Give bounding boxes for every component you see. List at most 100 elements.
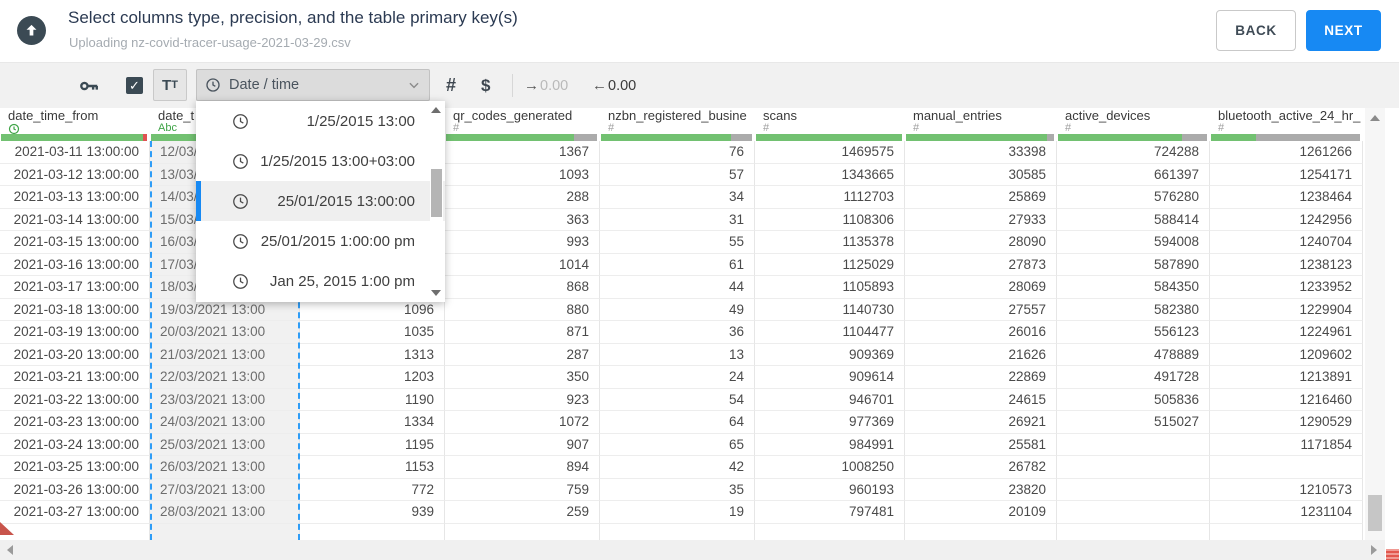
table-cell: 1209602 xyxy=(1210,343,1363,366)
table-cell xyxy=(905,523,1057,540)
quality-bar xyxy=(1058,134,1207,141)
scroll-up-icon[interactable] xyxy=(1370,115,1380,121)
column-type-select[interactable]: Date / time xyxy=(196,69,430,101)
table-cell: 20109 xyxy=(905,501,1057,524)
table-cell xyxy=(0,523,150,540)
table-cell: 44 xyxy=(600,276,755,299)
table-cell: 64 xyxy=(600,411,755,434)
primary-key-icon[interactable] xyxy=(78,75,100,102)
include-column-checkbox[interactable]: ✓ xyxy=(126,77,143,94)
table-cell: 946701 xyxy=(755,388,905,411)
table-cell: 21626 xyxy=(905,343,1057,366)
table-cell: 2021-03-27 13:00:00 xyxy=(0,501,150,524)
table-cell: 1254171 xyxy=(1210,163,1363,186)
table-cell xyxy=(1057,478,1210,501)
table-cell: 34 xyxy=(600,186,755,209)
table-cell: 49 xyxy=(600,298,755,321)
table-cell: 1216460 xyxy=(1210,388,1363,411)
table-cell: 24/03/2021 13:00 xyxy=(150,411,300,434)
decimal-decrease-button[interactable]: ← 0.00 xyxy=(592,63,636,108)
decimal-increase-button[interactable]: → 0.00 xyxy=(524,63,568,108)
table-cell: 1140730 xyxy=(755,298,905,321)
table-row: 2021-03-21 13:00:00 22/03/2021 13:00 1203 3… xyxy=(0,366,1363,389)
table-cell: 2021-03-22 13:00:00 xyxy=(0,388,150,411)
table-cell: 894 xyxy=(445,456,600,479)
back-button[interactable]: BACK xyxy=(1216,10,1296,51)
format-option[interactable]: 25/01/2015 1:00:00 pm xyxy=(196,221,445,261)
table-cell: 23820 xyxy=(905,478,1057,501)
format-option[interactable]: Jan 25, 2015 1:00 pm xyxy=(196,261,445,301)
column-header[interactable]: manual_entries # xyxy=(905,107,1057,141)
column-header[interactable]: nzbn_registered_busine # xyxy=(600,107,755,141)
table-row: 2021-03-24 13:00:00 25/03/2021 13:00 1195 9… xyxy=(0,433,1363,456)
table-cell: 505836 xyxy=(1057,388,1210,411)
format-option[interactable]: 1/25/2015 13:00+03:00 xyxy=(196,141,445,181)
table-cell: 1229904 xyxy=(1210,298,1363,321)
table-cell xyxy=(1210,523,1363,540)
table-cell: 939 xyxy=(300,501,445,524)
clock-icon xyxy=(232,273,249,290)
table-cell: 24615 xyxy=(905,388,1057,411)
currency-type-icon[interactable]: $ xyxy=(481,63,490,108)
page-subtitle: Uploading nz-covid-tracer-usage-2021-03-… xyxy=(69,35,351,50)
table-cell: 1008250 xyxy=(755,456,905,479)
table-vertical-scrollbar[interactable] xyxy=(1365,107,1385,540)
table-cell: 25/03/2021 13:00 xyxy=(150,433,300,456)
table-cell xyxy=(300,523,445,540)
table-cell: 26782 xyxy=(905,456,1057,479)
table-cell: 25869 xyxy=(905,186,1057,209)
table-cell: 909369 xyxy=(755,343,905,366)
table-cell: 28069 xyxy=(905,276,1057,299)
table-cell: 26016 xyxy=(905,321,1057,344)
table-cell: 868 xyxy=(445,276,600,299)
table-row: 2021-03-19 13:00:00 20/03/2021 13:00 1035 8… xyxy=(0,321,1363,344)
vertical-scroll-thumb[interactable] xyxy=(1368,495,1382,531)
text-type-button[interactable]: TT xyxy=(153,69,187,101)
table-cell: 2021-03-17 13:00:00 xyxy=(0,276,150,299)
clock-icon xyxy=(232,193,249,210)
table-row: 2021-03-26 13:00:00 27/03/2021 13:00 772 75… xyxy=(0,478,1363,501)
format-option[interactable]: 25/01/2015 13:00:00 xyxy=(196,181,445,221)
table-cell: 909614 xyxy=(755,366,905,389)
table-cell: 2021-03-16 13:00:00 xyxy=(0,253,150,276)
arrow-right-icon: → xyxy=(524,77,539,94)
format-option[interactable]: 1/25/2015 13:00 xyxy=(196,101,445,141)
table-row: 2021-03-25 13:00:00 26/03/2021 13:00 1153 8… xyxy=(0,456,1363,479)
table-cell: 661397 xyxy=(1057,163,1210,186)
table-cell: 1231104 xyxy=(1210,501,1363,524)
table-cell: 21/03/2021 13:00 xyxy=(150,343,300,366)
number-type-icon[interactable]: # xyxy=(446,63,456,108)
column-name: active_devices xyxy=(1065,108,1151,123)
column-name: bluetooth_active_24_hr_ xyxy=(1218,108,1361,123)
next-button[interactable]: NEXT xyxy=(1306,10,1381,51)
dropdown-scrollbar[interactable] xyxy=(430,103,443,300)
resize-corner-marker xyxy=(1386,549,1399,560)
scroll-up-icon[interactable] xyxy=(431,107,441,113)
scroll-left-icon[interactable] xyxy=(7,545,13,555)
scroll-right-icon[interactable] xyxy=(1371,545,1377,555)
format-option-label: 25/01/2015 13:00:00 xyxy=(277,192,415,210)
table-cell: 1104477 xyxy=(755,321,905,344)
table-row: 2021-03-23 13:00:00 24/03/2021 13:00 1334 1… xyxy=(0,411,1363,434)
column-header[interactable]: scans # xyxy=(755,107,905,141)
column-header[interactable]: date_time_from xyxy=(0,107,150,141)
date-format-dropdown: 1/25/2015 13:00 1/25/2015 13:00+03:00 25/0… xyxy=(196,101,445,302)
quality-bar xyxy=(756,134,902,141)
table-cell: 1093 xyxy=(445,163,600,186)
format-option-label: 1/25/2015 13:00 xyxy=(306,112,415,130)
table-cell: 2021-03-15 13:00:00 xyxy=(0,231,150,254)
table-row: 2021-03-22 13:00:00 23/03/2021 13:00 1190 9… xyxy=(0,388,1363,411)
table-cell xyxy=(445,523,600,540)
table-cell: 1125029 xyxy=(755,253,905,276)
column-header[interactable]: active_devices # xyxy=(1057,107,1210,141)
table-cell: 65 xyxy=(600,433,755,456)
dropdown-scroll-thumb[interactable] xyxy=(431,169,442,217)
column-header[interactable]: bluetooth_active_24_hr_ # xyxy=(1210,107,1363,141)
table-cell: 2021-03-24 13:00:00 xyxy=(0,433,150,456)
table-cell: 759 xyxy=(445,478,600,501)
column-header[interactable]: qr_codes_generated # xyxy=(445,107,600,141)
table-cell: 1035 xyxy=(300,321,445,344)
quality-bar xyxy=(601,134,752,141)
table-horizontal-scrollbar[interactable] xyxy=(0,540,1385,560)
scroll-down-icon[interactable] xyxy=(431,290,441,296)
